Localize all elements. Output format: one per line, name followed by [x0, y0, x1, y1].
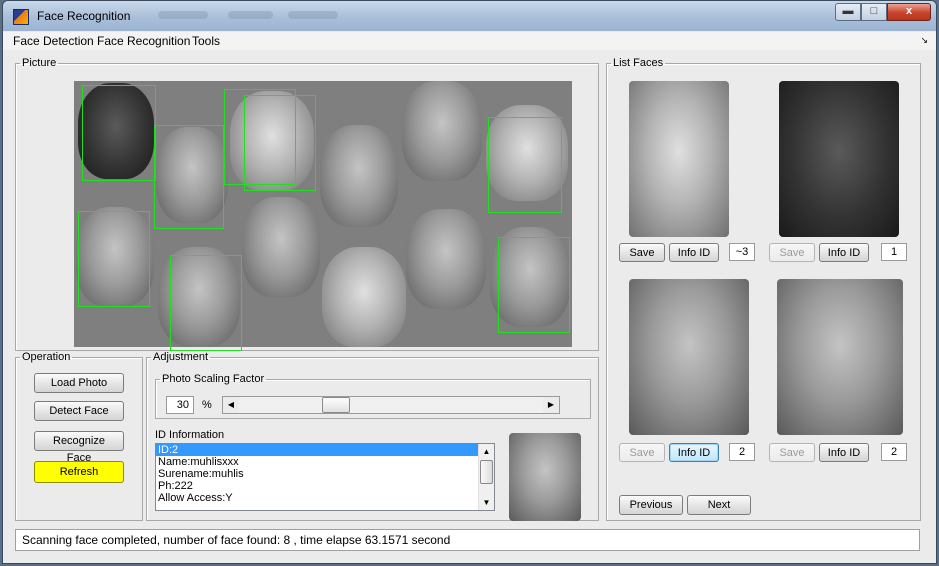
operation-panel: Operation Load Photo Detect Face Recogni… [15, 351, 143, 521]
status-bar: Scanning face completed, number of face … [15, 529, 920, 551]
face-image [242, 197, 320, 297]
next-button[interactable]: Next [687, 495, 751, 515]
previous-button[interactable]: Previous [619, 495, 683, 515]
scroll-up-icon[interactable]: ▲ [479, 444, 494, 459]
menu-overflow-icon[interactable]: ↘ [920, 35, 928, 46]
menu-face-recognition[interactable]: Face Recognition [97, 34, 190, 48]
scaling-slider[interactable]: ◀ ▶ [222, 396, 560, 414]
list-item[interactable]: Surename:muhlis [156, 468, 494, 480]
id-information-label: ID Information [155, 429, 225, 441]
menu-tools[interactable]: Tools [192, 34, 220, 48]
slider-thumb[interactable] [321, 397, 350, 413]
slider-left-arrow-icon[interactable]: ◀ [223, 397, 239, 413]
list-item[interactable]: Name:muhlisxxx [156, 456, 494, 468]
list-item[interactable]: Allow Access:Y [156, 492, 494, 504]
face-image [406, 209, 486, 309]
scaling-factor-group: Photo Scaling Factor 30 % ◀ ▶ [155, 373, 591, 419]
picture-legend: Picture [22, 57, 57, 69]
detection-box [488, 117, 562, 213]
detection-box [154, 125, 224, 229]
title-blur-decoration [158, 11, 208, 19]
adjustment-panel: Adjustment Photo Scaling Factor 30 % ◀ ▶… [146, 351, 599, 521]
slider-right-arrow-icon[interactable]: ▶ [543, 397, 559, 413]
detection-box [170, 255, 242, 351]
load-photo-button[interactable]: Load Photo [34, 373, 124, 393]
listed-face-image[interactable] [629, 279, 749, 435]
detection-box [244, 95, 316, 191]
info-id-button[interactable]: Info ID [669, 243, 719, 262]
scaling-value-field[interactable]: 30 [166, 396, 194, 414]
title-blur-decoration [228, 11, 273, 19]
match-id-value: 1 [881, 243, 907, 261]
list-item[interactable]: ID:2 [156, 444, 494, 456]
list-faces-panel: List Faces Save Info ID ~3 Save Info ID … [606, 57, 921, 521]
list-faces-legend: List Faces [613, 57, 664, 69]
save-button[interactable]: Save [619, 243, 665, 262]
save-button[interactable]: Save [769, 443, 815, 462]
main-window: Face Recognition ▬ □ x Face Detection Fa… [2, 0, 937, 564]
detection-box [498, 237, 570, 333]
matlab-icon [13, 9, 29, 25]
menu-bar: Face Detection Face Recognition Tools ↘ [3, 32, 936, 50]
scroll-down-icon[interactable]: ▼ [479, 495, 494, 510]
maximize-button[interactable]: □ [861, 3, 887, 21]
refresh-button[interactable]: Refresh [34, 461, 124, 483]
list-item[interactable]: Ph:222 [156, 480, 494, 492]
picture-panel: Picture [15, 57, 599, 351]
info-id-button[interactable]: Info ID [669, 443, 719, 462]
match-id-value: 2 [881, 443, 907, 461]
save-button[interactable]: Save [769, 243, 815, 262]
listed-face-image[interactable] [629, 81, 729, 237]
adjustment-legend: Adjustment [153, 351, 209, 363]
detection-box [82, 85, 156, 181]
id-information-list[interactable]: ID:2 Name:muhlisxxx Surename:muhlis Ph:2… [155, 443, 495, 511]
face-image [322, 247, 406, 347]
percent-label: % [202, 399, 212, 411]
info-id-button[interactable]: Info ID [819, 243, 869, 262]
face-image [320, 125, 398, 227]
listed-face-image[interactable] [779, 81, 899, 237]
group-photo[interactable] [74, 81, 572, 351]
match-id-value: 2 [729, 443, 755, 461]
title-blur-decoration [288, 11, 338, 19]
info-id-button[interactable]: Info ID [819, 443, 869, 462]
window-title: Face Recognition [37, 9, 131, 23]
operation-legend: Operation [22, 351, 71, 363]
title-bar[interactable]: Face Recognition ▬ □ x [3, 1, 936, 31]
detection-box [78, 211, 150, 307]
list-scrollbar[interactable]: ▲ ▼ [478, 444, 494, 510]
recognized-face-thumbnail [509, 433, 581, 521]
scaling-factor-legend: Photo Scaling Factor [162, 373, 265, 385]
scroll-thumb[interactable] [480, 460, 493, 484]
match-id-value: ~3 [729, 243, 755, 261]
save-button[interactable]: Save [619, 443, 665, 462]
detect-face-button[interactable]: Detect Face [34, 401, 124, 421]
listed-face-image[interactable] [777, 279, 903, 435]
close-button[interactable]: x [887, 3, 931, 21]
minimize-button[interactable]: ▬ [835, 3, 861, 21]
menu-face-detection[interactable]: Face Detection [13, 34, 94, 48]
recognize-face-button[interactable]: Recognize Face [34, 431, 124, 464]
face-image [402, 81, 482, 181]
